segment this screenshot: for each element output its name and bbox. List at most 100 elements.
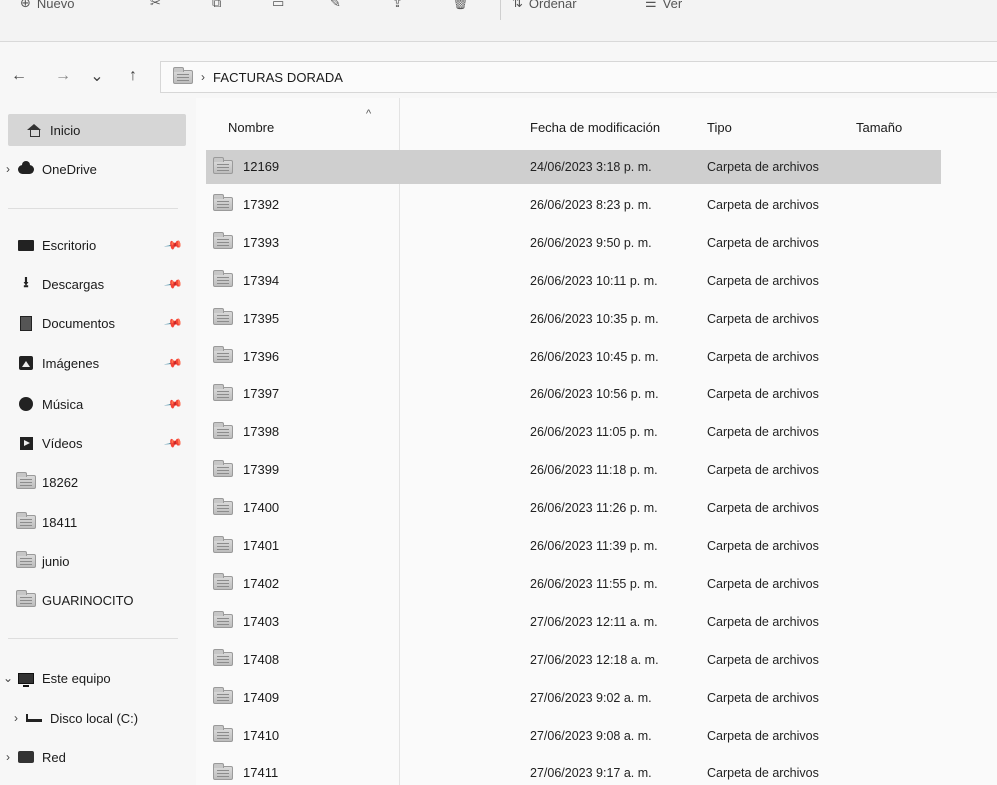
table-row[interactable]: 17409 27/06/2023 9:02 a. m. Carpeta de arc… [206, 681, 941, 715]
cut-button[interactable]: ✂ [150, 0, 161, 14]
pin-icon[interactable]: 📌 [163, 313, 183, 333]
file-name-cell[interactable]: 17410 [213, 725, 279, 743]
sort-button[interactable]: ⇅ Ordenar [512, 0, 577, 14]
back-button[interactable]: ← [8, 66, 30, 86]
sidebar-item-red[interactable]: › Red [0, 741, 196, 773]
table-row[interactable]: 12169 24/06/2023 3:18 p. m. Carpeta de arc… [206, 150, 941, 184]
table-row[interactable]: 17410 27/06/2023 9:08 a. m. Carpeta de arc… [206, 719, 941, 753]
file-name-cell[interactable]: 17401 [213, 535, 279, 553]
type-cell: Carpeta de archivos [707, 387, 819, 402]
view-label: Ver [662, 0, 683, 11]
file-name-cell[interactable]: 17396 [213, 346, 279, 364]
sidebar-item-documentos[interactable]: Documentos 📌 [0, 307, 196, 339]
table-row[interactable]: 17398 26/06/2023 11:05 p. m. Carpeta de ar… [206, 415, 941, 449]
sidebar-item-junio[interactable]: junio [0, 545, 196, 577]
table-row[interactable]: 17397 26/06/2023 10:56 p. m. Carpeta de ar… [206, 377, 941, 411]
sidebar-item-inicio[interactable]: Inicio [8, 114, 186, 146]
column-header-name[interactable]: Nombre [228, 120, 274, 135]
pin-icon[interactable]: 📌 [163, 353, 183, 373]
address-bar[interactable]: › FACTURAS DORADA [160, 61, 997, 93]
modified-date-cell: 24/06/2023 3:18 p. m. [530, 160, 652, 174]
table-row[interactable]: 17400 26/06/2023 11:26 p. m. Carpeta de ar… [206, 491, 941, 525]
sidebar-item-este-equipo[interactable]: ⌄ Este equipo [0, 662, 196, 694]
table-row[interactable]: 17394 26/06/2023 10:11 p. m. Carpeta de ar… [206, 264, 941, 298]
paste-button[interactable]: ▭ [272, 0, 284, 14]
table-row[interactable]: 17396 26/06/2023 10:45 p. m. Carpeta de ar… [206, 340, 941, 374]
share-button[interactable]: ⇪ [392, 0, 403, 14]
copy-button[interactable]: ⧉ [212, 0, 221, 14]
file-name-cell[interactable]: 17403 [213, 611, 279, 629]
type-cell: Carpeta de archivos [707, 425, 819, 440]
sidebar-item-18411[interactable]: 18411 [0, 506, 196, 538]
chevron-right-icon[interactable]: › [0, 162, 16, 176]
music-icon [16, 396, 36, 412]
table-row[interactable]: 17401 26/06/2023 11:39 p. m. Carpeta de ar… [206, 529, 941, 563]
delete-button[interactable]: 🗑 [452, 0, 469, 14]
folder-icon [16, 590, 36, 608]
sidebar-item-label: Inicio [50, 122, 81, 138]
sidebar-item-onedrive[interactable]: › OneDrive [0, 153, 196, 185]
column-header-size[interactable]: Tamaño [856, 120, 902, 135]
column-header-date[interactable]: Fecha de modificación [530, 120, 660, 135]
file-name-cell[interactable]: 17402 [213, 573, 279, 591]
file-name-cell[interactable]: 17400 [213, 497, 279, 515]
modified-date-cell: 26/06/2023 10:45 p. m. [530, 349, 659, 364]
chevron-down-icon[interactable]: ⌄ [0, 671, 16, 685]
table-row[interactable]: 17403 27/06/2023 12:11 a. m. Carpeta de ar… [206, 605, 941, 639]
file-name-cell[interactable]: 17398 [213, 421, 279, 439]
video-icon [16, 435, 36, 451]
file-name-cell[interactable]: 17409 [213, 687, 279, 705]
sidebar-item-videos[interactable]: Vídeos 📌 [0, 427, 196, 459]
back-arrow-icon: ← [11, 67, 27, 84]
sidebar-item-escritorio[interactable]: Escritorio 📌 [0, 229, 196, 261]
folder-icon [213, 611, 233, 629]
forward-button[interactable]: → [52, 66, 74, 86]
pin-icon[interactable]: 📌 [163, 274, 183, 294]
table-row[interactable]: 17399 26/06/2023 11:18 p. m. Carpeta de ar… [206, 453, 941, 487]
sidebar-item-disco-local[interactable]: › Disco local (C:) [0, 702, 196, 734]
sidebar-item-18262[interactable]: 18262 [0, 466, 196, 498]
file-name-cell[interactable]: 17397 [213, 383, 280, 402]
file-name-cell[interactable]: 17399 [213, 459, 279, 477]
sidebar-item-musica[interactable]: Música 📌 [0, 388, 196, 420]
file-name-cell[interactable]: 17408 [213, 649, 279, 667]
table-row[interactable]: 17395 26/06/2023 10:35 p. m. Carpeta de ar… [206, 302, 941, 336]
type-cell: Carpeta de archivos [707, 576, 819, 591]
folder-icon [173, 67, 193, 84]
sidebar-item-guarinocito[interactable]: GUARINOCITO [0, 584, 196, 616]
file-name-cell[interactable]: 17392 [213, 194, 280, 212]
up-button[interactable]: ↑ [122, 66, 144, 86]
chevron-right-icon[interactable]: › [8, 711, 24, 725]
table-row[interactable]: 17393 26/06/2023 9:50 p. m. Carpeta de arc… [206, 226, 941, 260]
view-button[interactable]: ☰ Ver [645, 0, 682, 14]
column-header-type[interactable]: Tipo [707, 120, 732, 135]
toolbar-divider [500, 0, 501, 20]
sidebar-item-label: Disco local (C:) [50, 710, 139, 726]
file-name-cell[interactable]: 17393 [213, 232, 279, 250]
recent-locations-button[interactable]: ⌄ [86, 66, 108, 86]
table-row[interactable]: 17392 26/06/2023 8:23 p. m. Carpeta de arc… [206, 188, 941, 222]
rename-button[interactable]: ✎ [330, 0, 341, 14]
sidebar-item-imagenes[interactable]: Imágenes 📌 [0, 347, 196, 379]
file-name-cell[interactable]: 17394 [213, 270, 279, 288]
modified-date-cell: 26/06/2023 11:18 p. m. [530, 463, 658, 478]
table-row[interactable]: 17411 27/06/2023 9:17 a. m. Carpeta de arc… [206, 756, 941, 785]
pin-icon[interactable]: 📌 [163, 394, 183, 414]
file-name-cell[interactable]: 17395 [213, 308, 279, 326]
chevron-right-icon[interactable]: › [0, 750, 16, 764]
table-row[interactable]: 17402 26/06/2023 11:55 p. m. Carpeta de ar… [206, 567, 941, 601]
file-name-cell[interactable]: 17411 [213, 762, 278, 780]
desktop-icon [16, 237, 36, 253]
sidebar-item-descargas[interactable]: ⭳ Descargas 📌 [0, 268, 196, 300]
file-name-cell[interactable]: 12169 [213, 156, 279, 174]
file-list: ^ Nombre Fecha de modificación Tipo Tama… [196, 98, 997, 785]
new-button[interactable]: ⊕ Nuevo [20, 0, 74, 14]
table-row[interactable]: 17408 27/06/2023 12:18 a. m. Carpeta de ar… [206, 643, 941, 677]
sidebar-item-label: Escritorio [42, 237, 97, 253]
pin-icon[interactable]: 📌 [163, 433, 183, 453]
pin-icon[interactable]: 📌 [163, 235, 183, 255]
file-name: 17392 [243, 196, 280, 212]
file-name: 17397 [243, 386, 280, 402]
breadcrumb[interactable]: FACTURAS DORADA [213, 70, 343, 85]
new-icon: ⊕ [20, 0, 31, 10]
